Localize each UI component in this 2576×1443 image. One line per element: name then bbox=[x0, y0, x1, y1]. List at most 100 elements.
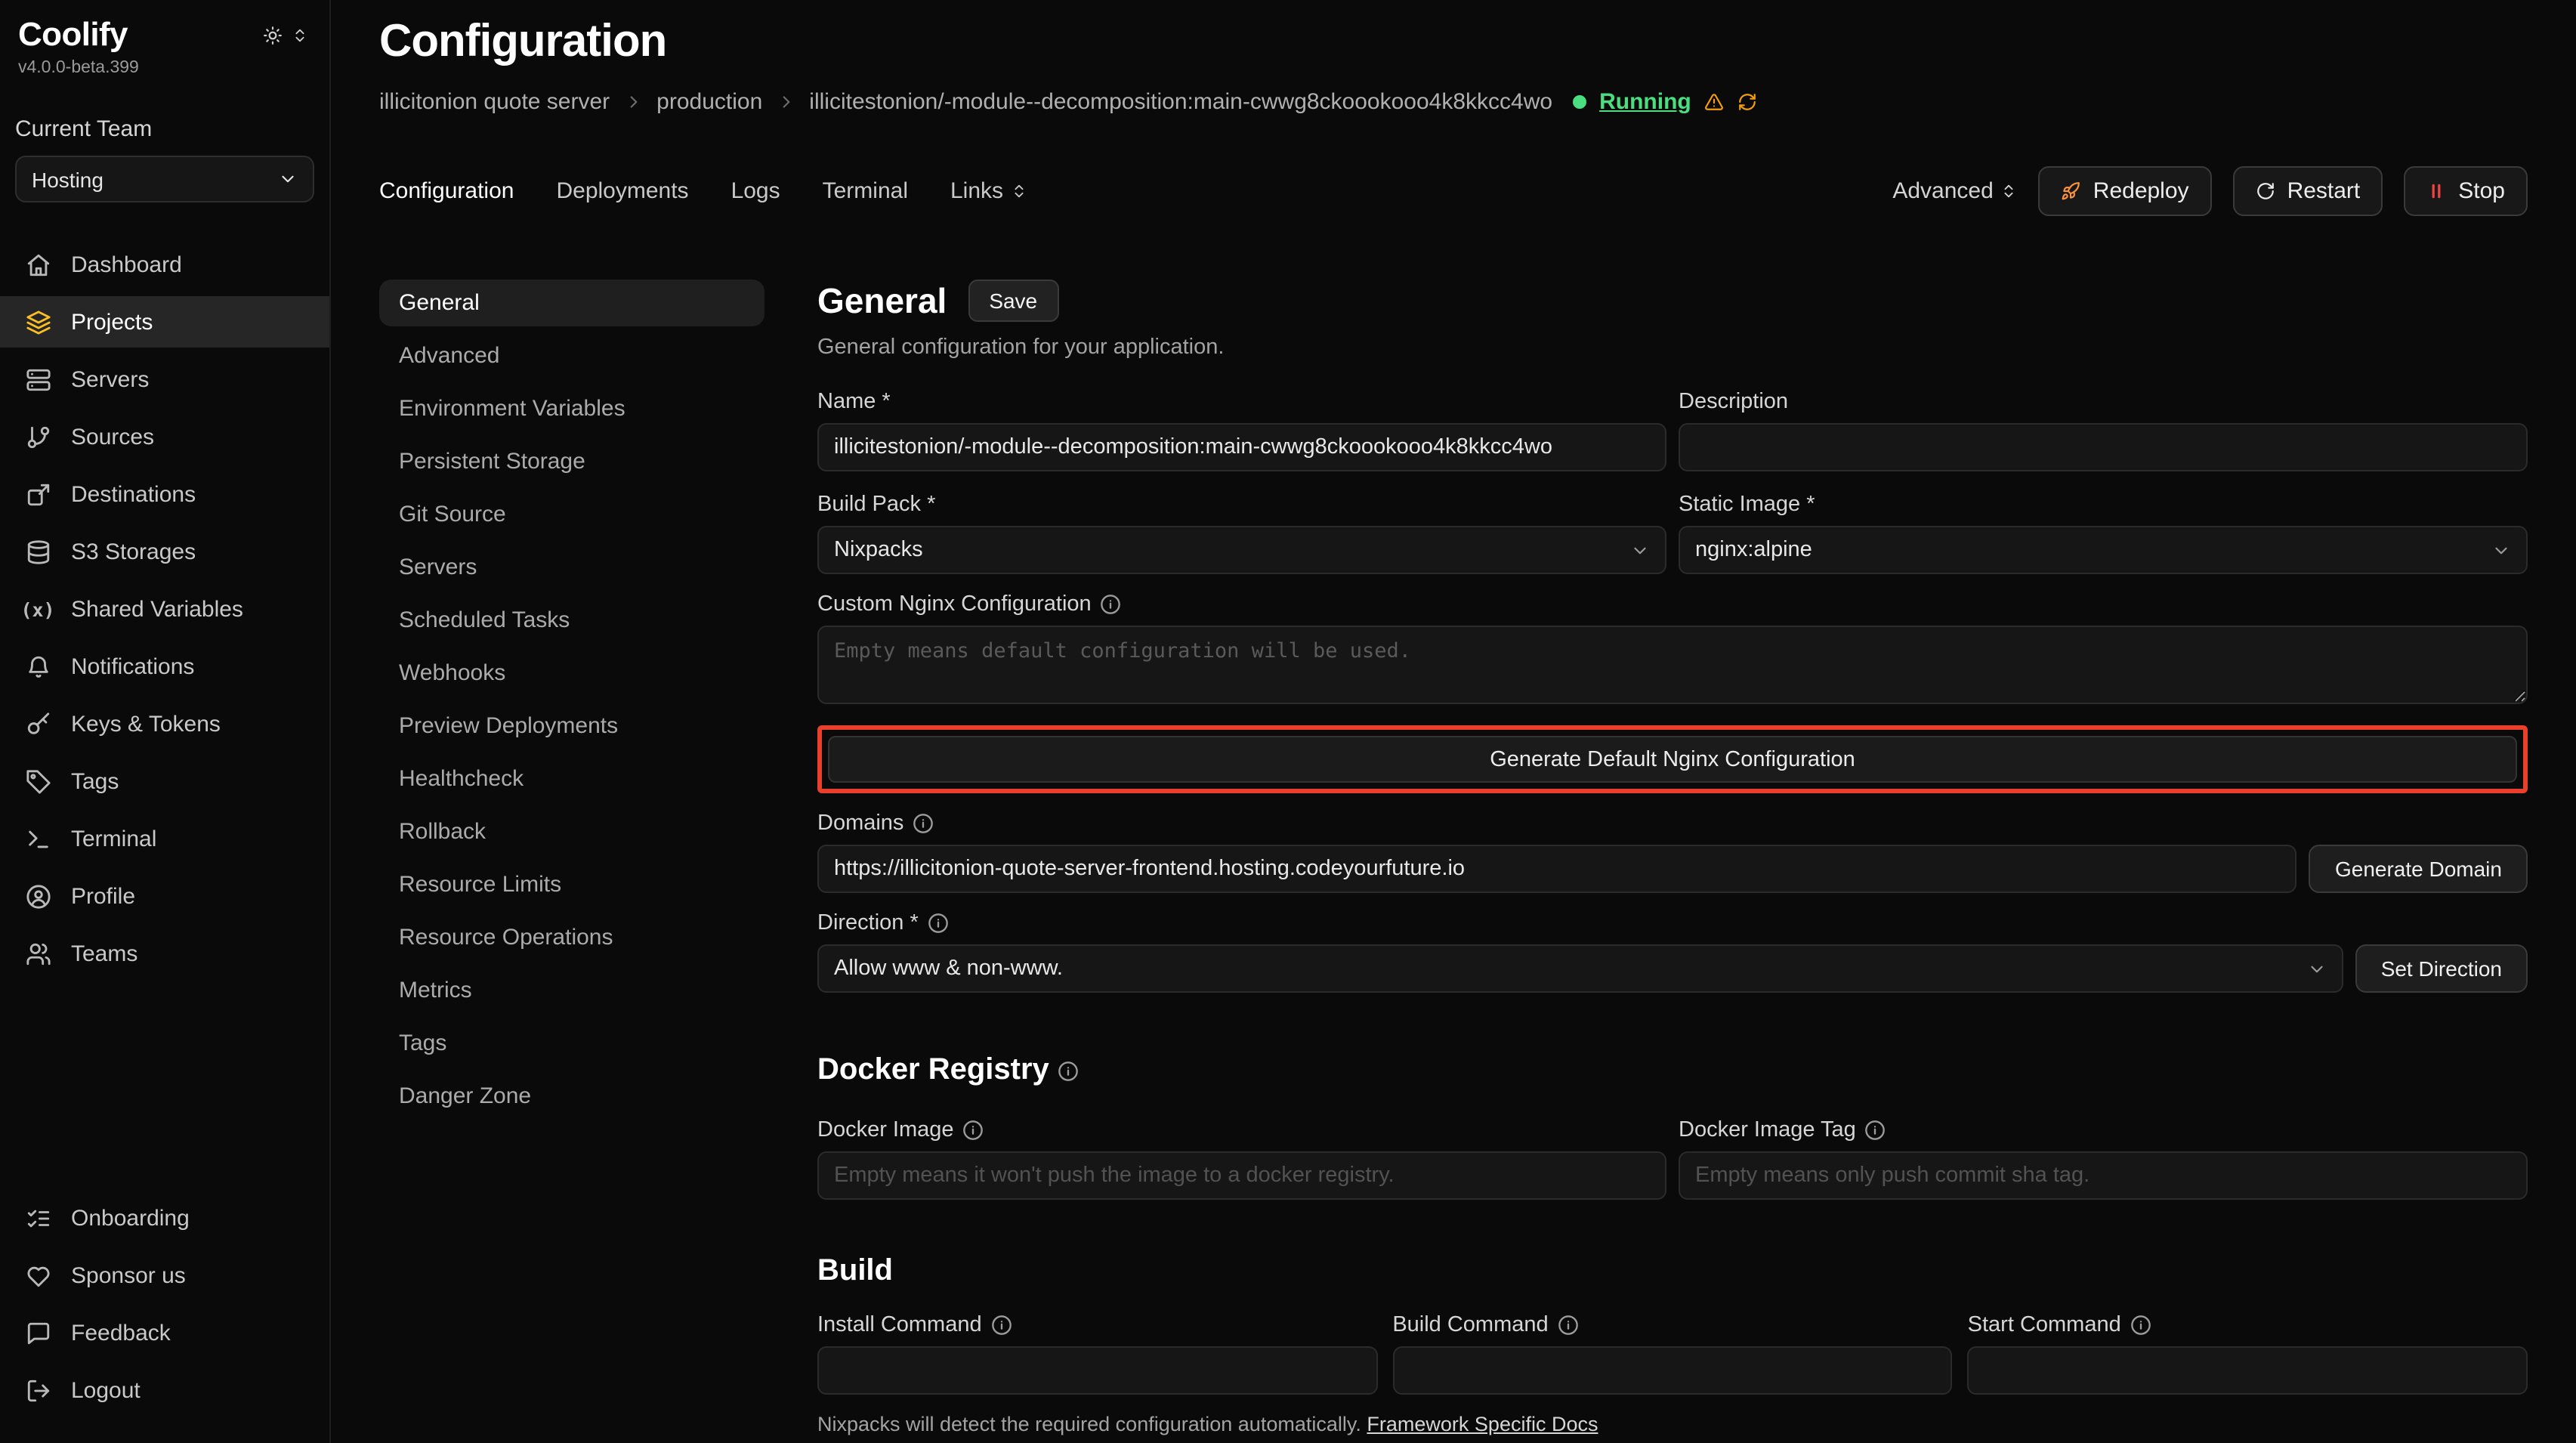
redeploy-label: Redeploy bbox=[2093, 178, 2189, 204]
set-direction-button[interactable]: Set Direction bbox=[2355, 944, 2528, 993]
nginx-config-textarea[interactable] bbox=[817, 626, 2528, 704]
nixpacks-note: Nixpacks will detect the required config… bbox=[817, 1413, 2528, 1435]
subnav-item-git-source[interactable]: Git Source bbox=[379, 491, 764, 538]
install-command-input[interactable] bbox=[817, 1346, 1377, 1395]
sidebar-item-sponsor-us[interactable]: Sponsor us bbox=[0, 1250, 329, 1301]
subnav-item-environment-variables[interactable]: Environment Variables bbox=[379, 385, 764, 432]
nixpacks-note-text: Nixpacks will detect the required config… bbox=[817, 1413, 1361, 1435]
subnav-item-servers[interactable]: Servers bbox=[379, 544, 764, 591]
sidebar-item-servers[interactable]: Servers bbox=[0, 354, 329, 405]
install-command-label-text: Install Command bbox=[817, 1313, 982, 1337]
tab-logs[interactable]: Logs bbox=[731, 178, 780, 204]
docker-registry-heading-text: Docker Registry bbox=[817, 1053, 1049, 1088]
stop-button[interactable]: Stop bbox=[2404, 166, 2528, 216]
sidebar-item-projects[interactable]: Projects bbox=[0, 296, 329, 348]
subnav-item-webhooks[interactable]: Webhooks bbox=[379, 650, 764, 697]
subnav-item-preview-deployments[interactable]: Preview Deployments bbox=[379, 703, 764, 749]
advanced-dropdown[interactable]: Advanced bbox=[1892, 178, 2017, 204]
sidebar-item-sources[interactable]: Sources bbox=[0, 411, 329, 462]
theme-sun-icon[interactable] bbox=[263, 25, 283, 45]
sidebar-item-label: Profile bbox=[71, 883, 135, 909]
sidebar-item-s3-storages[interactable]: S3 Storages bbox=[0, 526, 329, 577]
main-content: Configuration illicitonion quote server … bbox=[331, 0, 2576, 1443]
subnav-item-healthcheck[interactable]: Healthcheck bbox=[379, 755, 764, 802]
tag-icon bbox=[24, 768, 51, 794]
info-icon[interactable] bbox=[913, 813, 934, 834]
subnav-item-rollback[interactable]: Rollback bbox=[379, 808, 764, 855]
app-logo: Coolify bbox=[18, 15, 128, 54]
sidebar-item-notifications[interactable]: Notifications bbox=[0, 641, 329, 692]
sidebar-item-tags[interactable]: Tags bbox=[0, 755, 329, 807]
theme-selector-icon[interactable] bbox=[292, 26, 308, 43]
sidebar-item-onboarding[interactable]: Onboarding bbox=[0, 1192, 329, 1244]
info-icon[interactable] bbox=[1865, 1120, 1886, 1141]
current-team-label: Current Team bbox=[0, 116, 329, 142]
description-input[interactable] bbox=[1679, 423, 2528, 471]
sidebar-item-teams[interactable]: Teams bbox=[0, 928, 329, 979]
subnav-item-resource-limits[interactable]: Resource Limits bbox=[379, 861, 764, 908]
build-command-input[interactable] bbox=[1392, 1346, 1952, 1395]
redeploy-button[interactable]: Redeploy bbox=[2039, 166, 2212, 216]
info-icon[interactable] bbox=[1101, 594, 1122, 615]
info-icon[interactable] bbox=[991, 1315, 1012, 1336]
static-image-label: Static Image * bbox=[1679, 490, 2528, 520]
sidebar-item-keys-tokens[interactable]: Keys & Tokens bbox=[0, 698, 329, 749]
sidebar-item-feedback[interactable]: Feedback bbox=[0, 1307, 329, 1358]
subnav-item-general[interactable]: General bbox=[379, 280, 764, 326]
subnav-item-persistent-storage[interactable]: Persistent Storage bbox=[379, 438, 764, 485]
info-icon[interactable] bbox=[928, 913, 949, 934]
start-command-input[interactable] bbox=[1968, 1346, 2528, 1395]
sidebar-item-label: Destinations bbox=[71, 481, 196, 507]
docker-image-input[interactable] bbox=[817, 1151, 1666, 1200]
domains-input[interactable] bbox=[817, 845, 2297, 893]
subnav-item-tags[interactable]: Tags bbox=[379, 1020, 764, 1067]
save-button[interactable]: Save bbox=[968, 280, 1058, 322]
warning-icon[interactable] bbox=[1705, 92, 1725, 112]
sidebar-item-destinations[interactable]: Destinations bbox=[0, 468, 329, 520]
sidebar-item-profile[interactable]: Profile bbox=[0, 870, 329, 922]
heart-icon bbox=[24, 1262, 51, 1288]
tab-deployments[interactable]: Deployments bbox=[556, 178, 688, 204]
restart-button[interactable]: Restart bbox=[2233, 166, 2383, 216]
tab-configuration[interactable]: Configuration bbox=[379, 178, 514, 204]
subnav-item-resource-operations[interactable]: Resource Operations bbox=[379, 914, 764, 961]
build-pack-select[interactable]: Nixpacks bbox=[817, 526, 1666, 574]
info-icon[interactable] bbox=[1058, 1060, 1080, 1081]
framework-docs-link[interactable]: Framework Specific Docs bbox=[1367, 1413, 1598, 1435]
direction-select[interactable]: Allow www & non-www. bbox=[817, 944, 2343, 993]
sidebar-item-dashboard[interactable]: Dashboard bbox=[0, 239, 329, 290]
sidebar-item-label: Onboarding bbox=[71, 1205, 190, 1231]
sidebar-item-label: Notifications bbox=[71, 654, 194, 679]
info-icon[interactable] bbox=[2130, 1315, 2151, 1336]
message-icon bbox=[24, 1320, 51, 1346]
breadcrumb-application[interactable]: illicitestonion/-module--decomposition:m… bbox=[809, 89, 1552, 115]
chevron-down-icon bbox=[278, 169, 298, 189]
info-icon[interactable] bbox=[963, 1120, 984, 1141]
app-version: v4.0.0-beta.399 bbox=[0, 54, 329, 77]
breadcrumb-environment[interactable]: production bbox=[656, 89, 762, 115]
build-command-label: Build Command bbox=[1392, 1310, 1952, 1340]
subnav-item-scheduled-tasks[interactable]: Scheduled Tasks bbox=[379, 597, 764, 644]
domains-label: Domains bbox=[817, 808, 2528, 839]
rocket-icon bbox=[2062, 181, 2081, 201]
subnav-item-advanced[interactable]: Advanced bbox=[379, 332, 764, 379]
subnav-item-danger-zone[interactable]: Danger Zone bbox=[379, 1073, 764, 1120]
name-input[interactable] bbox=[817, 423, 1666, 471]
generate-domain-button[interactable]: Generate Domain bbox=[2309, 845, 2528, 893]
app: Coolify v4.0.0-beta.399 Current Team Hos… bbox=[0, 0, 2576, 1443]
info-icon[interactable] bbox=[1558, 1315, 1579, 1336]
tab-terminal[interactable]: Terminal bbox=[823, 178, 908, 204]
stop-label: Stop bbox=[2458, 178, 2505, 204]
status-running-link[interactable]: Running bbox=[1599, 89, 1691, 115]
docker-registry-heading: Docker Registry bbox=[817, 1053, 2528, 1088]
subnav-item-metrics[interactable]: Metrics bbox=[379, 967, 764, 1014]
breadcrumb-project[interactable]: illicitonion quote server bbox=[379, 89, 610, 115]
sidebar-item-shared-variables[interactable]: (x) Shared Variables bbox=[0, 583, 329, 635]
generate-nginx-config-button[interactable]: Generate Default Nginx Configuration bbox=[828, 736, 2517, 783]
sidebar-item-terminal[interactable]: Terminal bbox=[0, 813, 329, 864]
team-select[interactable]: Hosting bbox=[15, 156, 314, 202]
sidebar-item-logout[interactable]: Logout bbox=[0, 1364, 329, 1416]
static-image-select[interactable]: nginx:alpine bbox=[1679, 526, 2528, 574]
tab-links[interactable]: Links bbox=[950, 178, 1027, 204]
docker-image-tag-input[interactable] bbox=[1679, 1151, 2528, 1200]
